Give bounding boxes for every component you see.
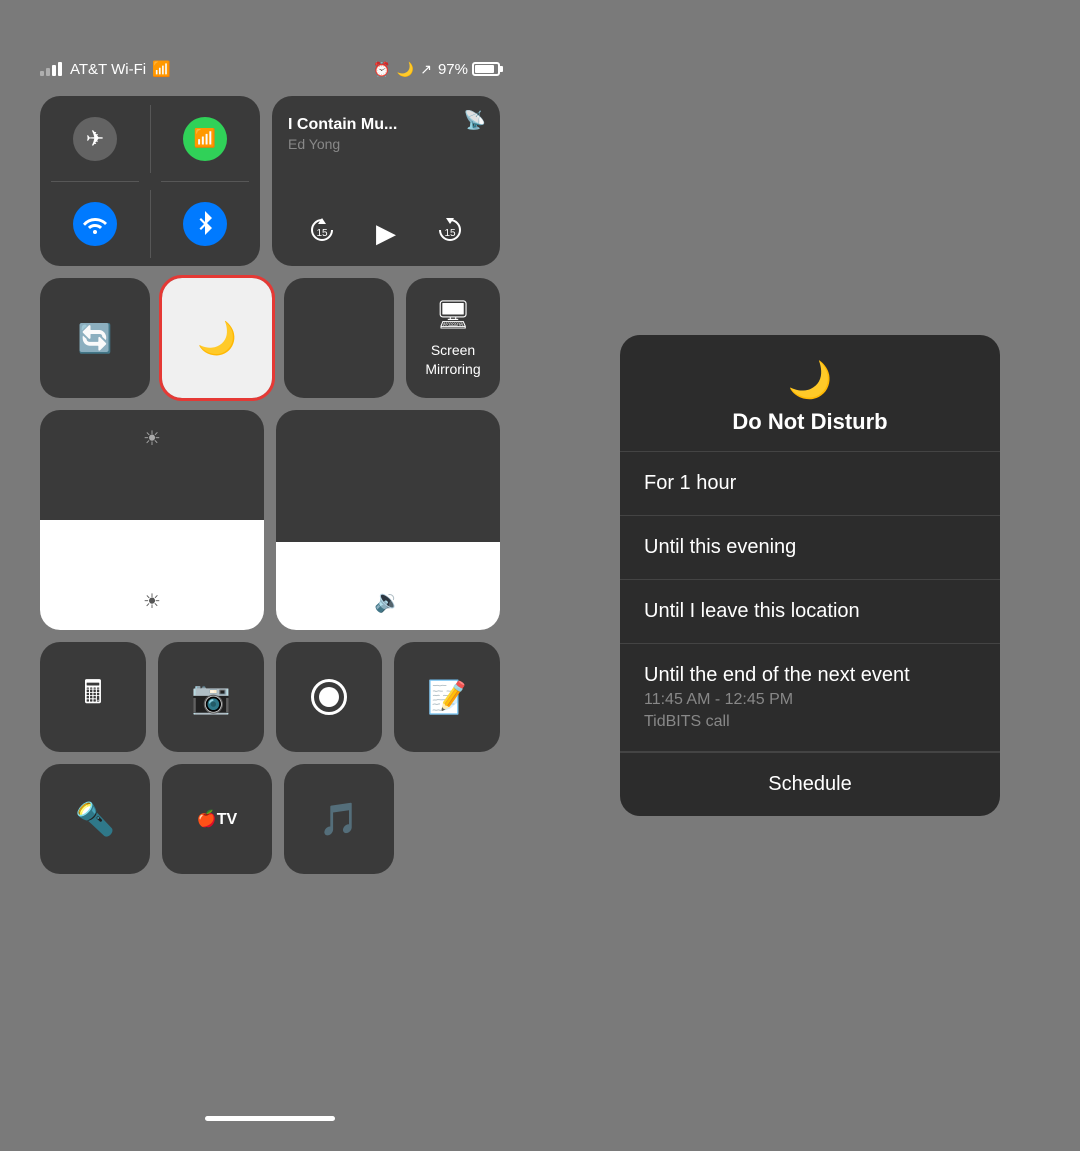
screen-lock-icon: 🔄 (78, 322, 113, 355)
cc-row3: ☀ ☀ 🔉 (40, 410, 500, 630)
dnd-schedule-label: Schedule (768, 773, 851, 795)
brightness-slider[interactable]: ☀ ☀ (40, 410, 264, 630)
battery: 97% (438, 61, 500, 78)
battery-percent: 97% (438, 61, 468, 78)
dnd-option-next-event[interactable]: Until the end of the next event 11:45 AM… (620, 644, 1000, 752)
dnd-option-evening-label: Until this evening (644, 536, 976, 559)
moon-icon: 🌙 (197, 319, 237, 357)
flashlight-icon: 🔦 (75, 800, 115, 838)
dnd-option-evening[interactable]: Until this evening (620, 516, 1000, 580)
screen-mirroring-button[interactable]: 🖥 ScreenMirroring (406, 278, 500, 398)
bluetooth-icon-circle (183, 202, 227, 246)
bluetooth-button[interactable] (150, 181, 260, 266)
status-right: ⏰ 🌙 ↗ 97% (373, 61, 500, 78)
wifi-icon-circle (73, 202, 117, 246)
cc-row4: 🖩 📷 📝 (40, 642, 500, 752)
forward-15-button[interactable]: 15 (436, 216, 464, 250)
apple-tv-button[interactable]: 🍎TV (162, 764, 272, 874)
screen-record-button[interactable] (276, 642, 382, 752)
home-indicator (205, 1116, 335, 1121)
camera-icon: 📷 (191, 678, 231, 716)
moon-status-icon: 🌙 (397, 61, 414, 78)
location-icon: ↗ (420, 61, 432, 78)
audio-icon: 🎵 (319, 800, 359, 838)
flashlight-button[interactable]: 🔦 (40, 764, 150, 874)
volume-slider[interactable]: 🔉 (276, 410, 500, 630)
do-not-disturb-button[interactable]: 🌙 (162, 278, 272, 398)
apple-tv-icon: 🍎TV (197, 809, 237, 829)
cc-row2: 🔄 🌙 🖥 ScreenMirroring (40, 278, 500, 398)
screen-lock-button[interactable]: 🔄 (40, 278, 150, 398)
carrier-label: AT&T Wi-Fi (70, 61, 146, 78)
network-block: ✈ 📶 (40, 96, 260, 266)
airplane-icon-circle: ✈ (73, 117, 117, 161)
unknown-button-1[interactable] (284, 278, 394, 398)
dnd-header: 🌙 Do Not Disturb (620, 335, 1000, 452)
playback-controls: 15 ▶ 15 (288, 216, 484, 250)
dnd-card: 🌙 Do Not Disturb For 1 hour Until this e… (620, 335, 1000, 816)
alarm-icon: ⏰ (373, 61, 390, 78)
brightness-max-icon: ☀ (143, 426, 161, 451)
screen-mirroring-label: ScreenMirroring (425, 341, 480, 377)
dnd-moon-icon: 🌙 (788, 359, 833, 401)
cellular-icon-circle: 📶 (183, 117, 227, 161)
svg-text:15: 15 (444, 228, 456, 239)
signal-bar-3 (52, 65, 56, 76)
calculator-icon: 🖩 (83, 670, 102, 724)
now-playing-artist: Ed Yong (288, 136, 484, 152)
screen-mirroring-icon: 🖥 (435, 298, 471, 331)
signal-bars (40, 62, 62, 76)
play-button[interactable]: ▶ (376, 218, 396, 249)
signal-bar-1 (40, 71, 44, 76)
airplane-mode-button[interactable]: ✈ (40, 96, 150, 181)
cellular-button[interactable]: 📶 (150, 96, 260, 181)
camera-button[interactable]: 📷 (158, 642, 264, 752)
status-left: AT&T Wi-Fi 📶 (40, 60, 171, 78)
dnd-option-1-hour-label: For 1 hour (644, 472, 976, 495)
dnd-schedule-section[interactable]: Schedule (620, 752, 1000, 816)
dnd-option-next-event-label: Until the end of the next event (644, 664, 976, 687)
airplay-icon: 📡 (464, 110, 486, 131)
cc-row1: ✈ 📶 (40, 96, 500, 266)
notes-icon: 📝 (427, 678, 467, 716)
signal-bar-4 (58, 62, 62, 76)
dnd-title: Do Not Disturb (732, 409, 887, 435)
record-icon (311, 679, 347, 715)
brightness-min-icon: ☀ (143, 589, 161, 614)
battery-icon (472, 62, 500, 76)
rewind-15-button[interactable]: 15 (308, 216, 336, 250)
now-playing-widget[interactable]: 📡 I Contain Mu... Ed Yong 15 ▶ 15 (272, 96, 500, 266)
svg-text:15: 15 (316, 228, 328, 239)
now-playing-title: I Contain Mu... (288, 116, 484, 134)
wifi-button[interactable] (40, 181, 150, 266)
audio-button[interactable]: 🎵 (284, 764, 394, 874)
cc-row5: 🔦 🍎TV 🎵 (40, 764, 500, 874)
volume-fill (276, 542, 500, 630)
dnd-option-next-event-time: 11:45 AM - 12:45 PM (644, 691, 976, 709)
dnd-option-1-hour[interactable]: For 1 hour (620, 452, 1000, 516)
dnd-option-location-label: Until I leave this location (644, 600, 976, 623)
control-center-panel: AT&T Wi-Fi 📶 ⏰ 🌙 ↗ 97% ✈ � (0, 0, 540, 1151)
notes-button[interactable]: 📝 (394, 642, 500, 752)
wifi-status-icon: 📶 (152, 60, 171, 78)
cc-grid: ✈ 📶 (40, 96, 500, 874)
status-bar: AT&T Wi-Fi 📶 ⏰ 🌙 ↗ 97% (40, 60, 500, 78)
calculator-button[interactable]: 🖩 (40, 642, 146, 752)
signal-bar-2 (46, 68, 50, 76)
volume-icon: 🔉 (374, 588, 401, 614)
battery-fill (475, 65, 494, 73)
dnd-option-location[interactable]: Until I leave this location (620, 580, 1000, 644)
dnd-option-next-event-name: TidBITS call (644, 713, 976, 731)
dnd-panel: 🌙 Do Not Disturb For 1 hour Until this e… (540, 0, 1080, 1151)
